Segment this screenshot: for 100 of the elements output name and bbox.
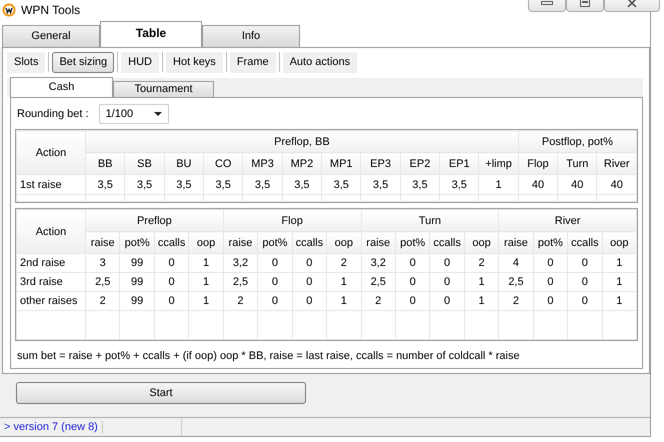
table-cell: 40 — [596, 174, 636, 194]
table-cell: 1 — [478, 174, 518, 194]
column-header: River — [596, 152, 636, 174]
column-header: +limp — [478, 152, 518, 174]
column-header: MP2 — [282, 152, 322, 174]
column-header: raise — [223, 232, 258, 254]
tab[interactable]: Info — [202, 25, 300, 47]
table-cell: 3,5 — [440, 174, 479, 194]
table-cell: 3,5 — [164, 174, 204, 194]
column-header: CO — [204, 152, 243, 174]
column-header: oop — [464, 232, 499, 254]
table-cell: 0 — [533, 254, 568, 272]
table-cell: 2 — [326, 254, 361, 272]
table-cell: 4 — [498, 254, 534, 272]
table-cell: 1 — [326, 272, 361, 292]
column-header: ccalls — [154, 232, 189, 254]
table-cell: 0 — [533, 292, 568, 310]
table-cell: 3,5 — [124, 174, 164, 194]
table-cell: 1 — [464, 292, 499, 310]
tab[interactable]: Auto actions — [282, 52, 358, 72]
table-cell: 0 — [533, 272, 568, 292]
tab[interactable]: Slots — [7, 52, 46, 72]
column-header: oop — [602, 232, 636, 254]
column-header: Action — [16, 130, 86, 174]
table-cell: 0 — [154, 272, 189, 292]
rounding-label: Rounding bet : — [17, 108, 89, 120]
table-cell: 40 — [518, 174, 558, 194]
table-cell: 1 — [188, 292, 224, 310]
tab[interactable]: Frame — [230, 52, 276, 72]
table-cell: 3,5 — [360, 174, 400, 194]
table-cell: 0 — [395, 272, 430, 292]
column-header: raise — [361, 232, 396, 254]
table-cell: 1 — [188, 254, 224, 272]
table-cell: 0 — [154, 254, 189, 272]
version-link[interactable]: > version 7 (new 8) — [0, 421, 103, 433]
table-cell: 0 — [568, 272, 602, 292]
table-cell: 0 — [430, 272, 464, 292]
minimize-icon — [541, 0, 553, 6]
column-header: ccalls — [292, 232, 327, 254]
table-cell: 0 — [292, 292, 327, 310]
column-header: oop — [188, 232, 224, 254]
rounding-dropdown[interactable]: 1/100 — [98, 104, 169, 124]
tab[interactable]: Bet sizing — [52, 52, 114, 72]
tab[interactable]: General — [2, 25, 100, 47]
table-cell: 99 — [120, 292, 154, 310]
column-header: Flop — [518, 152, 558, 174]
table-cell: 2,5 — [498, 272, 534, 292]
table-cell: 3,2 — [361, 254, 396, 272]
table-cell: 2,5 — [86, 272, 120, 292]
table-cell: 2 — [86, 292, 120, 310]
table-cell: 0 — [258, 292, 292, 310]
table-cell: 0 — [292, 272, 327, 292]
column-header: pot% — [395, 232, 430, 254]
column-header: Turn — [558, 152, 597, 174]
table-cell: 0 — [258, 254, 292, 272]
table-cell: 0 — [154, 292, 189, 310]
table-cell: 99 — [120, 254, 154, 272]
column-header: Preflop, BB — [86, 130, 518, 152]
column-header: BU — [164, 152, 204, 174]
table-cell: 0 — [395, 254, 430, 272]
table-cell: 2 — [498, 292, 534, 310]
tab[interactable]: Table — [100, 21, 202, 47]
row-label: 1st raise — [16, 174, 86, 194]
table-cell: 1 — [602, 254, 636, 272]
table-cell: 99 — [120, 272, 154, 292]
maximize-icon — [580, 0, 590, 7]
column-header: River — [498, 210, 636, 232]
row-label: other raises — [16, 292, 86, 310]
table-cell: 1 — [602, 292, 636, 310]
tab[interactable]: HUD — [121, 52, 160, 72]
table-cell: 3,5 — [86, 174, 125, 194]
window-title: WPN Tools — [21, 3, 80, 17]
close-icon — [626, 0, 638, 7]
column-header: EP3 — [360, 152, 400, 174]
table-cell: 0 — [395, 292, 430, 310]
table-cell: 3,5 — [400, 174, 440, 194]
table-cell: 1 — [602, 272, 636, 292]
column-header: Action — [16, 210, 86, 254]
column-header: Postflop, pot% — [518, 130, 636, 152]
column-header: MP1 — [322, 152, 361, 174]
formula-note: sum bet = raise + pot% + ccalls + (if oop) oop * BB, raise = last raise, ccalls = number of coldcall * raise — [16, 349, 521, 362]
tab[interactable]: Cash — [10, 77, 113, 97]
table-cell: 3,2 — [223, 254, 258, 272]
table-cell: 3,5 — [322, 174, 361, 194]
column-header: MP3 — [242, 152, 282, 174]
row-label: 2nd raise — [16, 254, 86, 272]
column-header: raise — [86, 232, 120, 254]
tab[interactable]: Hot keys — [166, 52, 223, 72]
table-cell: 0 — [430, 292, 464, 310]
table-cell: 0 — [568, 292, 602, 310]
tab[interactable]: Tournament — [113, 81, 214, 97]
row-label: 3rd raise — [16, 272, 86, 292]
table-cell: 3,5 — [242, 174, 282, 194]
table-cell: 2 — [464, 254, 499, 272]
table-cell: 0 — [258, 272, 292, 292]
table-cell: 2,5 — [223, 272, 258, 292]
start-button[interactable]: Start — [16, 382, 306, 404]
column-header: oop — [326, 232, 361, 254]
column-header: ccalls — [568, 232, 602, 254]
column-header: Preflop — [86, 210, 224, 232]
